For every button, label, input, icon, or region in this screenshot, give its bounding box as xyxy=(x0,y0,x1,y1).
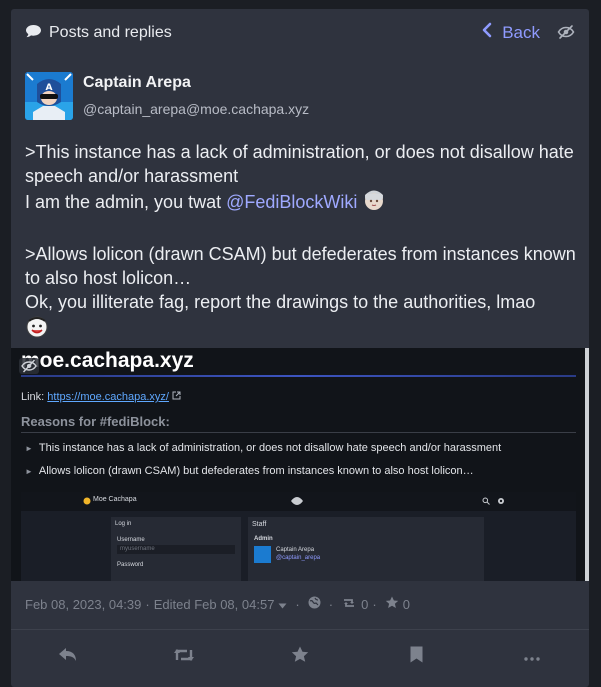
content-line xyxy=(25,314,581,344)
post-actions xyxy=(11,630,589,687)
mention-link[interactable]: @FediBlockWiki xyxy=(226,192,357,212)
embedded-instance-screenshot: Moe Cachapa Log in Username myusername P… xyxy=(21,492,576,581)
speech-bubble-icon xyxy=(25,24,49,43)
reblog-count: 0 xyxy=(361,596,369,612)
more-button[interactable] xyxy=(518,643,546,671)
post-content: >This instance has a lack of administrat… xyxy=(25,140,581,344)
status-panel: Posts and replies Back A Captain Arepa @… xyxy=(11,9,589,687)
meta-separator: · xyxy=(145,596,150,612)
embedded-brand: Moe Cachapa xyxy=(93,496,137,503)
content-line: >Allows lolicon (drawn CSAM) but defeder… xyxy=(25,244,576,288)
reason-item: ► Allows lolicon (drawn CSAM) but defeder… xyxy=(25,465,474,477)
custom-emoji xyxy=(25,314,49,344)
attachment-scrollbar[interactable] xyxy=(585,348,589,581)
content-line: >This instance has a lack of administrat… xyxy=(25,142,574,186)
post-author: A Captain Arepa @captain_arepa@moe.cacha… xyxy=(25,72,309,120)
embedded-topbar: Moe Cachapa xyxy=(21,492,576,511)
post-timestamp[interactable]: Feb 08, 2023, 04:39 xyxy=(25,597,141,612)
attachment-link: Link: https://moe.cachapa.xyz/ xyxy=(21,391,181,403)
author-handle[interactable]: @captain_arepa@moe.cachapa.xyz xyxy=(83,101,309,117)
embedded-login-panel: Log in Username myusername Password xyxy=(111,517,241,581)
embedded-admin-handle: @captain_arepa xyxy=(276,555,321,561)
globe-icon xyxy=(304,596,325,612)
favourite-button[interactable] xyxy=(286,643,314,671)
bookmark-icon xyxy=(410,646,423,668)
attachment-image[interactable]: moe.cachapa.xyz Link: https://moe.cachap… xyxy=(11,348,589,581)
favourite-count: 0 xyxy=(402,596,410,612)
boost-button[interactable] xyxy=(170,643,198,671)
author-name[interactable]: Captain Arepa xyxy=(83,74,309,92)
author-names: Captain Arepa @captain_arepa@moe.cachapa… xyxy=(83,72,309,120)
attachment-screenshot: moe.cachapa.xyz Link: https://moe.cachap… xyxy=(11,348,585,581)
embedded-login-title: Log in xyxy=(115,521,132,527)
edited-label[interactable]: Edited Feb 08, 04:57 xyxy=(154,597,275,612)
reason-text: Allows lolicon (drawn CSAM) but defedera… xyxy=(38,465,474,477)
embedded-staff-title: Staff xyxy=(252,521,267,528)
content-line: Ok, you illiterate fag, report the drawi… xyxy=(25,292,536,312)
embedded-logo-icon xyxy=(83,497,91,505)
embedded-password-label: Password xyxy=(117,562,144,568)
embedded-username-input: myusername xyxy=(117,545,235,554)
link-url: https://moe.cachapa.xyz/ xyxy=(47,391,169,403)
meta-separator: · xyxy=(328,596,334,612)
panel-title: Posts and replies xyxy=(25,24,172,43)
content-text: I am the admin, you twat xyxy=(25,191,227,212)
embedded-username-label: Username xyxy=(117,537,145,543)
custom-emoji xyxy=(362,188,386,218)
avatar[interactable]: A xyxy=(25,72,73,120)
attachment-domain: moe.cachapa.xyz xyxy=(21,349,194,372)
chevron-left-icon xyxy=(482,22,502,43)
embedded-admin-label: Admin xyxy=(254,536,273,542)
bookmark-button[interactable] xyxy=(402,643,430,671)
post-meta: Feb 08, 2023, 04:39 · Edited Feb 08, 04:… xyxy=(25,596,410,612)
retweet-icon xyxy=(337,597,361,612)
embedded-admin-avatar xyxy=(254,546,271,563)
meta-separator: · xyxy=(372,596,377,612)
reason-item: ► This instance has a lack of administrat… xyxy=(25,442,501,454)
meta-separator: · xyxy=(295,596,300,612)
retweet-icon xyxy=(173,647,195,668)
star-icon xyxy=(381,596,403,612)
reason-text: This instance has a lack of administrati… xyxy=(38,442,502,454)
bullet-icon: ► xyxy=(25,444,33,453)
reply-icon xyxy=(58,647,78,668)
embedded-admin-name: Captain Arepa xyxy=(276,547,315,553)
content-line: I am the admin, you twat @FediBlockWiki xyxy=(25,188,581,218)
embedded-username-placeholder: myusername xyxy=(120,546,155,552)
chevron-down-icon[interactable] xyxy=(274,597,291,612)
reply-button[interactable] xyxy=(54,643,82,671)
external-link-icon xyxy=(172,391,181,400)
star-icon xyxy=(291,646,309,668)
embedded-mascot-icon xyxy=(291,497,303,505)
panel-header: Posts and replies Back xyxy=(11,9,589,57)
embedded-search-icon xyxy=(482,497,490,505)
ellipsis-icon xyxy=(524,648,540,666)
back-label: Back xyxy=(502,22,540,42)
back-button[interactable]: Back xyxy=(482,22,540,43)
link-prefix: Link: xyxy=(21,391,48,403)
panel-title-text: Posts and replies xyxy=(49,24,172,41)
reasons-divider xyxy=(21,432,576,433)
domain-underline xyxy=(21,375,576,377)
embedded-staff-panel: Staff Admin Captain Arepa @captain_arepa xyxy=(248,517,484,581)
eye-slash-icon[interactable] xyxy=(557,24,575,45)
bullet-icon: ► xyxy=(25,467,33,476)
embedded-gear-icon xyxy=(498,498,504,504)
reasons-heading: Reasons for #fediBlock: xyxy=(21,414,170,429)
